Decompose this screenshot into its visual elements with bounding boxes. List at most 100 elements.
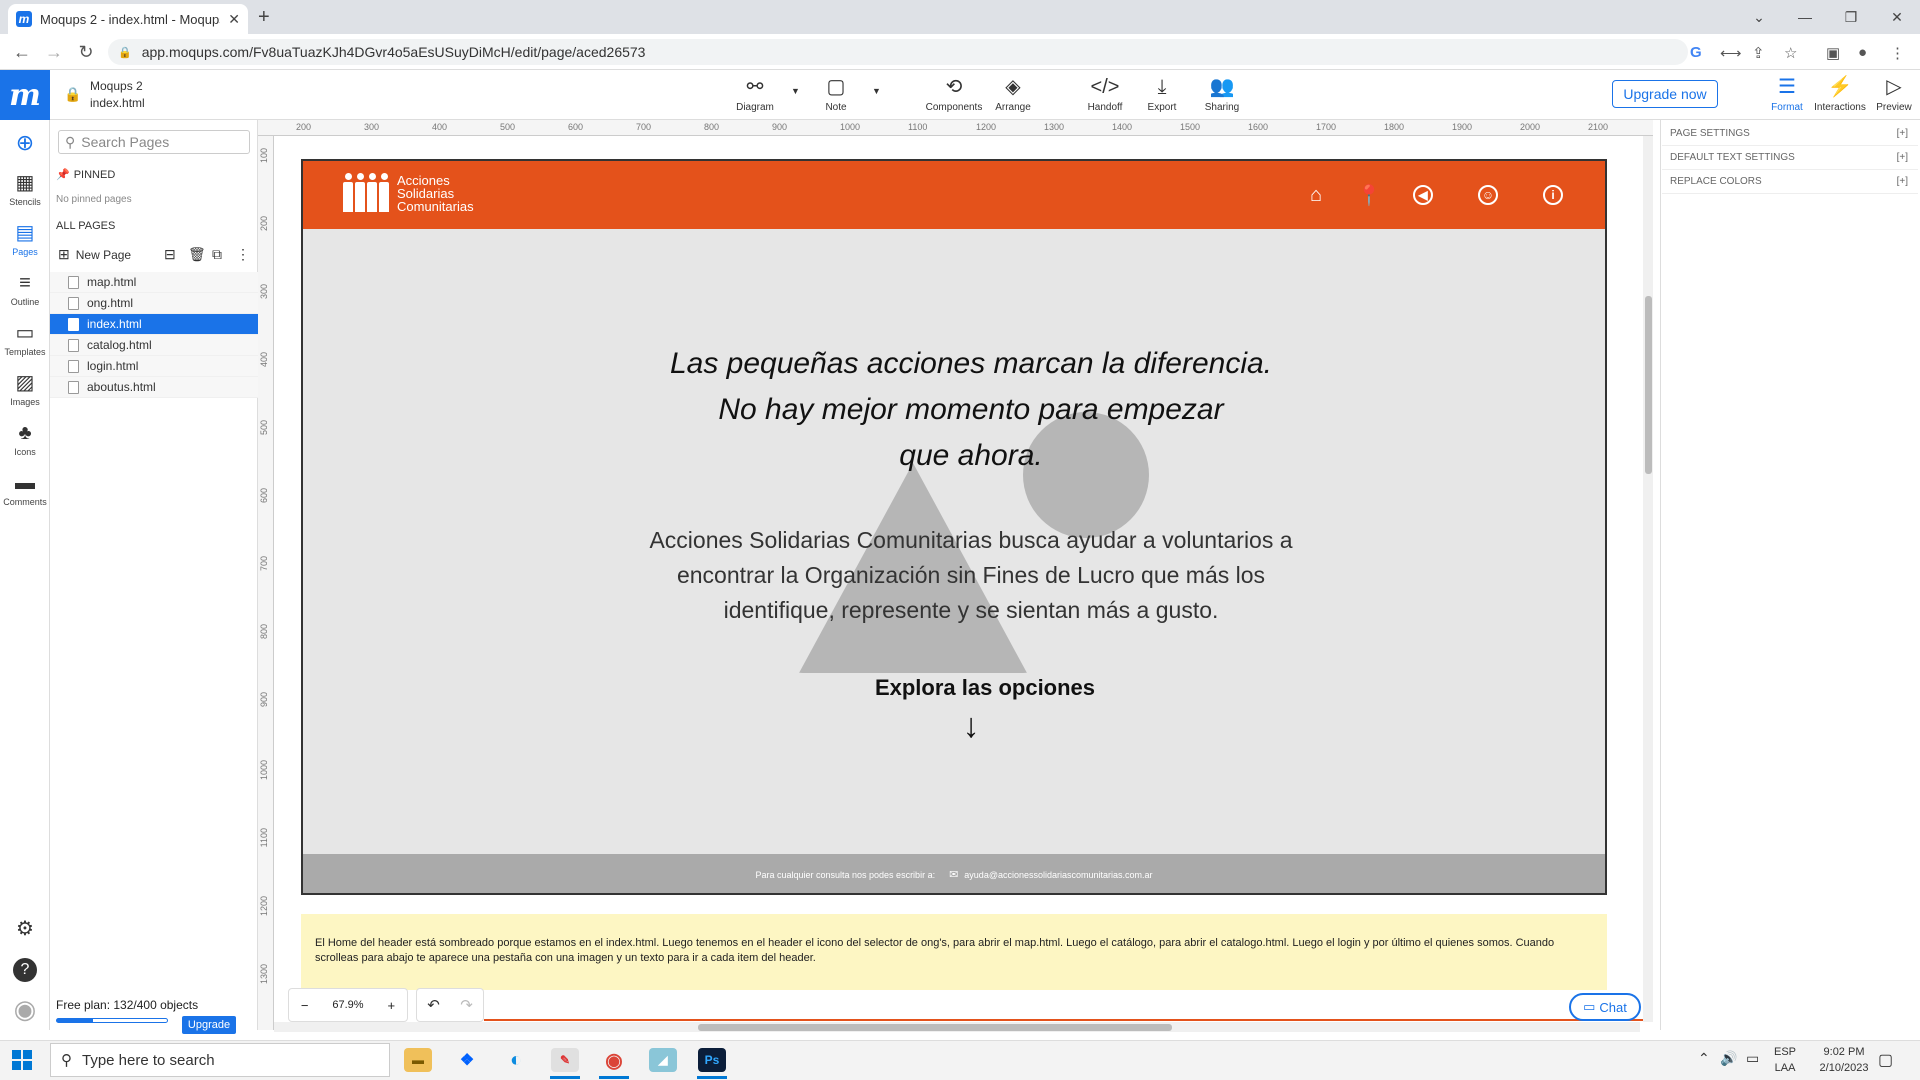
- headline-line: No hay mejor momento para empezar: [718, 393, 1224, 426]
- default-text-settings-row[interactable]: DEFAULT TEXT SETTINGS [+]: [1662, 146, 1918, 170]
- new-tab-button[interactable]: +: [258, 6, 270, 29]
- reload-icon[interactable]: ↻: [74, 42, 98, 63]
- new-folder-icon[interactable]: ⊟: [164, 246, 176, 263]
- taskbar-search-input[interactable]: ⚲ Type here to search: [50, 1043, 390, 1077]
- sharing-tool[interactable]: 👥 Sharing: [1190, 76, 1254, 113]
- expand-toggle[interactable]: [+]: [1897, 152, 1908, 163]
- page-item-ong[interactable]: ong.html: [50, 293, 258, 314]
- vertical-scrollbar[interactable]: [1643, 136, 1653, 1022]
- upgrade-now-button[interactable]: Upgrade now: [1612, 80, 1718, 108]
- minimize-button[interactable]: —: [1782, 4, 1828, 30]
- trash-icon[interactable]: 🗑: [188, 246, 206, 263]
- add-button[interactable]: ⊕: [0, 132, 50, 154]
- more-options-icon[interactable]: ⋮: [236, 246, 250, 263]
- diagram-tool[interactable]: ⚯ Diagram: [723, 76, 787, 113]
- tray-chevron-icon[interactable]: ⌃: [1698, 1050, 1710, 1067]
- sticky-note[interactable]: El Home del header está sombreado porque…: [301, 914, 1607, 990]
- info-icon[interactable]: i: [1543, 185, 1563, 205]
- plan-upgrade-button[interactable]: Upgrade: [182, 1016, 236, 1034]
- photoshop-icon[interactable]: Ps: [698, 1048, 726, 1072]
- forward-arrow-icon[interactable]: →: [42, 42, 66, 63]
- note-dropdown-caret-icon[interactable]: ▼: [872, 86, 881, 96]
- project-info[interactable]: Moqups 2 index.html: [90, 78, 145, 112]
- tab-close-icon[interactable]: ✕: [228, 11, 240, 28]
- chat-button[interactable]: ▭ Chat: [1569, 993, 1641, 1021]
- plan-usage-text: Free plan: 132/400 objects: [56, 998, 199, 1012]
- handoff-tool[interactable]: </> Handoff: [1073, 76, 1137, 113]
- page-item-index[interactable]: index.html: [50, 314, 258, 335]
- app-icon[interactable]: ◢: [649, 1048, 677, 1072]
- preview-button[interactable]: ▷ Preview: [1862, 76, 1920, 113]
- vertical-scroll-thumb[interactable]: [1645, 296, 1652, 474]
- home-icon[interactable]: ⌂: [1303, 182, 1329, 208]
- expand-toggle[interactable]: [+]: [1897, 128, 1908, 139]
- duplicate-icon[interactable]: ⧉: [212, 246, 222, 263]
- zoom-in-button[interactable]: +: [387, 998, 395, 1013]
- file-explorer-icon[interactable]: ▬: [404, 1048, 432, 1072]
- mockup-frame[interactable]: Acciones Solidarias Comunitarias ⌂ 📍 ◀ ☺…: [301, 159, 1607, 895]
- rail-item-templates[interactable]: ▭ Templates: [0, 322, 50, 357]
- redo-icon[interactable]: ↷: [460, 996, 473, 1014]
- ruler-tick-label: 200: [296, 122, 312, 132]
- mockup-logo[interactable]: Acciones Solidarias Comunitarias: [343, 173, 474, 213]
- battery-icon[interactable]: ▭: [1746, 1050, 1759, 1067]
- page-item-login[interactable]: login.html: [50, 356, 258, 377]
- undo-icon[interactable]: ↶: [427, 996, 440, 1014]
- dropbox-icon[interactable]: ❖: [453, 1048, 481, 1072]
- chrome-icon[interactable]: ◉: [600, 1048, 628, 1072]
- pin-icon[interactable]: 📍: [1356, 182, 1382, 208]
- rail-item-stencils[interactable]: ▦ Stencils: [0, 172, 50, 207]
- close-window-button[interactable]: ✕: [1874, 4, 1920, 30]
- rail-item-pages[interactable]: ▤ Pages: [0, 222, 50, 257]
- zoom-level[interactable]: 67.9%: [332, 999, 363, 1011]
- profile-icon[interactable]: ●: [1858, 44, 1867, 61]
- replace-colors-row[interactable]: REPLACE COLORS [+]: [1662, 170, 1918, 194]
- user-avatar[interactable]: ◉: [0, 996, 50, 1022]
- expand-toggle[interactable]: [+]: [1897, 176, 1908, 187]
- browser-tab[interactable]: m Moqups 2 - index.html - Moqups ✕: [8, 4, 248, 34]
- arrange-tool[interactable]: ◈ Arrange: [981, 76, 1045, 113]
- settings-button[interactable]: ⚙: [0, 918, 50, 940]
- rail-item-outline[interactable]: ≡ Outline: [0, 272, 50, 307]
- page-settings-row[interactable]: PAGE SETTINGS [+]: [1662, 122, 1918, 146]
- notifications-icon[interactable]: ▢: [1878, 1050, 1893, 1070]
- sidebar-toggle-icon[interactable]: ▣: [1826, 44, 1840, 62]
- paint-icon[interactable]: ✎: [551, 1048, 579, 1072]
- rail-item-images[interactable]: ▨ Images: [0, 372, 50, 407]
- rail-item-comments[interactable]: ▬ Comments: [0, 472, 50, 507]
- export-tool[interactable]: ⤓ Export: [1130, 76, 1194, 113]
- share-icon[interactable]: ⇪: [1752, 44, 1765, 62]
- help-button[interactable]: ?: [0, 958, 50, 982]
- catalog-icon[interactable]: ◀: [1413, 185, 1433, 205]
- tab-search-chevron-icon[interactable]: ⌄: [1736, 4, 1782, 30]
- edge-icon[interactable]: ◐: [502, 1048, 530, 1072]
- search-pages-input[interactable]: ⚲ Search Pages: [58, 130, 250, 154]
- diagram-dropdown-caret-icon[interactable]: ▼: [791, 86, 800, 96]
- note-tool[interactable]: ▢ Note: [804, 76, 868, 113]
- bookmark-star-icon[interactable]: ☆: [1784, 44, 1797, 62]
- page-item-aboutus[interactable]: aboutus.html: [50, 377, 258, 398]
- rail-item-icons[interactable]: ♣ Icons: [0, 422, 50, 457]
- page-item-map[interactable]: map.html: [50, 272, 258, 293]
- translate-icon[interactable]: ⟷: [1720, 44, 1742, 62]
- moqups-logo[interactable]: m: [0, 70, 50, 120]
- volume-icon[interactable]: 🔊: [1720, 1050, 1737, 1067]
- horizontal-scroll-thumb[interactable]: [698, 1024, 1172, 1031]
- browser-menu-icon[interactable]: ⋮: [1890, 44, 1905, 62]
- login-icon[interactable]: ☺: [1478, 185, 1498, 205]
- new-page-button[interactable]: ⊞ New Page: [58, 246, 131, 263]
- project-lock-icon[interactable]: 🔒: [64, 86, 81, 103]
- windows-start-icon[interactable]: [12, 1050, 32, 1070]
- taskbar-search-placeholder: Type here to search: [82, 1051, 215, 1069]
- google-icon[interactable]: G: [1690, 44, 1702, 61]
- language-indicator[interactable]: ESP LAA: [1774, 1044, 1796, 1076]
- clock[interactable]: 9:02 PM 2/10/2023: [1808, 1044, 1880, 1076]
- footer-email-link[interactable]: ✉ ayuda@accionessolidariascomunitarias.c…: [949, 868, 1152, 881]
- mockup-header[interactable]: Acciones Solidarias Comunitarias ⌂ 📍 ◀ ☺…: [303, 161, 1605, 229]
- page-item-catalog[interactable]: catalog.html: [50, 335, 258, 356]
- restore-button[interactable]: ❐: [1828, 4, 1874, 30]
- url-field[interactable]: 🔒 app.moqups.com/Fv8uaTuazKJh4DGvr4o5aEs…: [108, 39, 1688, 65]
- back-arrow-icon[interactable]: ←: [10, 42, 34, 63]
- components-tool[interactable]: ⟲ Components: [922, 76, 986, 113]
- zoom-out-button[interactable]: −: [301, 998, 309, 1013]
